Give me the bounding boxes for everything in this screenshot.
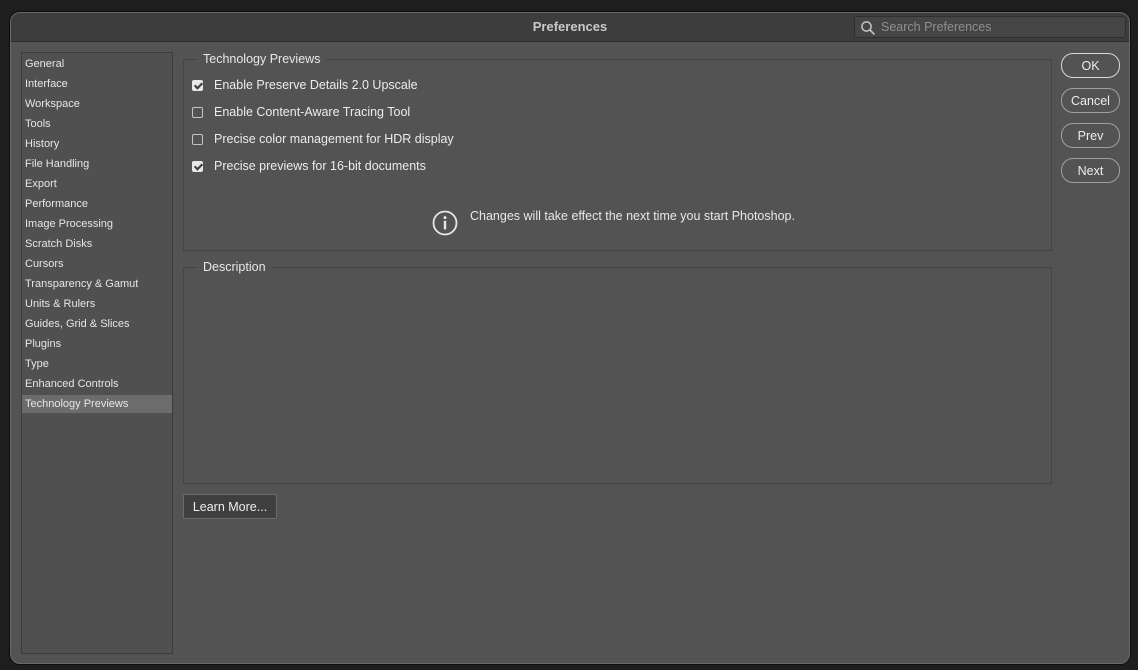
content-aware-tracing-checkbox[interactable] — [192, 106, 203, 118]
info-icon — [432, 210, 458, 236]
sidebar-item-export[interactable]: Export — [22, 175, 172, 193]
cancel-button[interactable]: Cancel — [1061, 88, 1120, 113]
next-button[interactable]: Next — [1061, 158, 1120, 183]
sidebar-item-file-handling[interactable]: File Handling — [22, 155, 172, 173]
search-box[interactable] — [854, 16, 1126, 38]
sidebar-item-interface[interactable]: Interface — [22, 75, 172, 93]
preserve-details-upscale-checkbox[interactable] — [192, 79, 203, 91]
sidebar-item-cursors[interactable]: Cursors — [22, 255, 172, 273]
sidebar-item-general[interactable]: General — [22, 55, 172, 73]
search-icon — [861, 21, 875, 35]
sidebar-item-performance[interactable]: Performance — [22, 195, 172, 213]
learn-more-button[interactable]: Learn More... — [183, 494, 277, 519]
title-bar[interactable]: Preferences — [11, 13, 1129, 42]
sidebar-item-guides-grid-slices[interactable]: Guides, Grid & Slices — [22, 315, 172, 333]
search-input[interactable] — [881, 17, 1121, 37]
technology-previews-group: Technology Previews Enable Preserve Deta… — [183, 51, 1052, 251]
sidebar-item-image-processing[interactable]: Image Processing — [22, 215, 172, 233]
sidebar-item-tools[interactable]: Tools — [22, 115, 172, 133]
sidebar-item-scratch-disks[interactable]: Scratch Disks — [22, 235, 172, 253]
sidebar-item-type[interactable]: Type — [22, 355, 172, 373]
16bit-previews-label[interactable]: Precise previews for 16-bit documents — [214, 159, 426, 173]
content-aware-tracing-label[interactable]: Enable Content-Aware Tracing Tool — [214, 105, 410, 119]
16bit-previews-checkbox[interactable] — [192, 160, 203, 172]
ok-button[interactable]: OK — [1061, 53, 1120, 78]
sidebar-item-transparency-gamut[interactable]: Transparency & Gamut — [22, 275, 172, 293]
option-hdr-color-management[interactable]: Precise color management for HDR display — [192, 131, 454, 147]
description-group-label: Description — [197, 259, 272, 275]
sidebar-item-history[interactable]: History — [22, 135, 172, 153]
preferences-dialog: Preferences General Interface Workspace … — [10, 12, 1130, 664]
sidebar-item-units-rulers[interactable]: Units & Rulers — [22, 295, 172, 313]
sidebar-item-technology-previews[interactable]: Technology Previews — [22, 395, 172, 413]
restart-notice-text: Changes will take effect the next time y… — [470, 209, 795, 223]
option-content-aware-tracing[interactable]: Enable Content-Aware Tracing Tool — [192, 104, 410, 120]
sidebar-item-enhanced-controls[interactable]: Enhanced Controls — [22, 375, 172, 393]
option-16bit-previews[interactable]: Precise previews for 16-bit documents — [192, 158, 426, 174]
technology-previews-group-label: Technology Previews — [197, 51, 327, 67]
option-preserve-details-upscale[interactable]: Enable Preserve Details 2.0 Upscale — [192, 77, 418, 93]
hdr-color-management-checkbox[interactable] — [192, 133, 203, 145]
prev-button[interactable]: Prev — [1061, 123, 1120, 148]
hdr-color-management-label[interactable]: Precise color management for HDR display — [214, 132, 454, 146]
sidebar-item-workspace[interactable]: Workspace — [22, 95, 172, 113]
preserve-details-upscale-label[interactable]: Enable Preserve Details 2.0 Upscale — [214, 78, 418, 92]
restart-notice: Changes will take effect the next time y… — [432, 209, 795, 236]
sidebar-item-plugins[interactable]: Plugins — [22, 335, 172, 353]
description-group: Description — [183, 259, 1052, 484]
preferences-category-list[interactable]: General Interface Workspace Tools Histor… — [21, 52, 173, 654]
